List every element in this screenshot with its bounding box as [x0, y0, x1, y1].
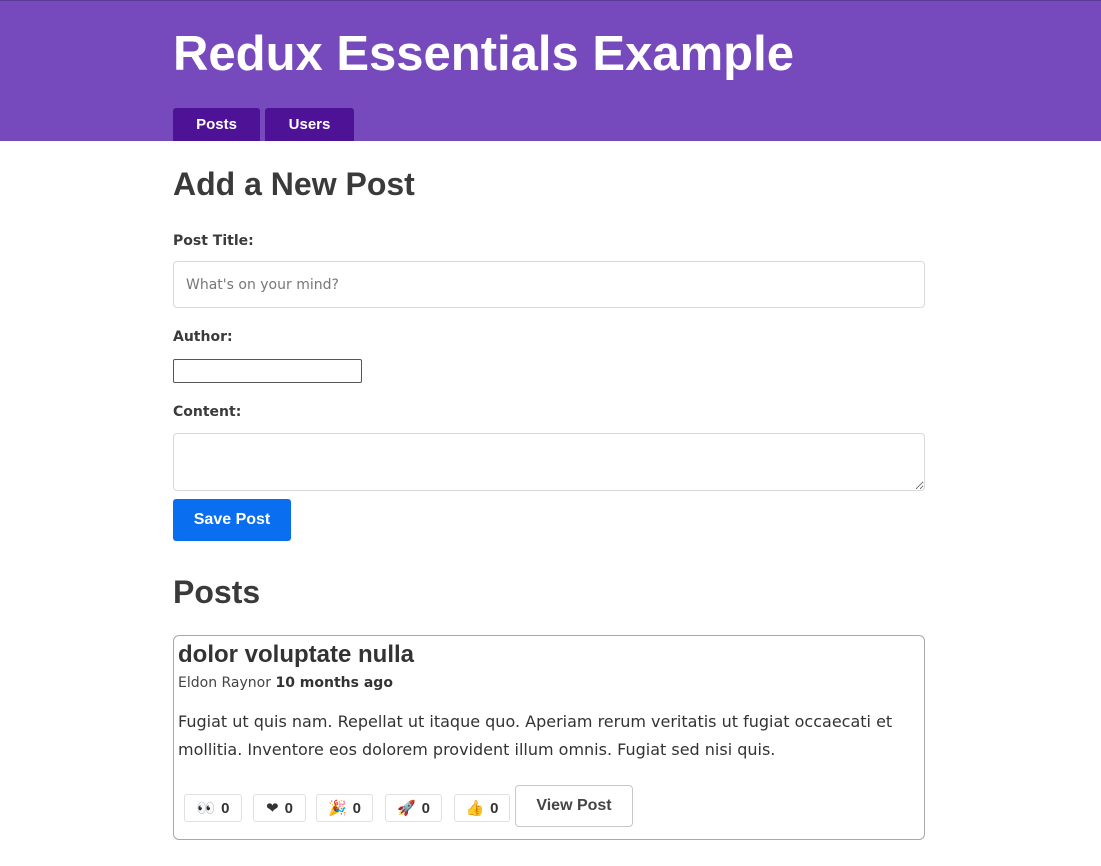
reaction-hooray-button[interactable]: 🎉 0 — [316, 794, 373, 822]
post-title-label: Post Title: — [173, 233, 254, 249]
add-post-heading: Add a New Post — [173, 166, 415, 202]
posts-heading: Posts — [173, 574, 261, 610]
post-timestamp: 10 months ago — [275, 675, 393, 691]
reaction-heart-button[interactable]: ❤ 0 — [253, 794, 306, 822]
eyes-icon: 👀 — [196, 799, 216, 817]
author-select[interactable] — [173, 359, 362, 383]
post-meta: Eldon Raynor 10 months ago — [178, 675, 393, 691]
reaction-count: 0 — [490, 799, 499, 817]
thumbs-up-icon: 👍 — [465, 799, 485, 817]
party-popper-icon: 🎉 — [327, 799, 347, 817]
post-content: Fugiat ut quis nam. Repellat ut itaque q… — [178, 712, 893, 759]
reaction-count: 0 — [284, 799, 293, 817]
reaction-count: 0 — [421, 799, 431, 817]
post-title: dolor voluptate nulla — [178, 641, 415, 668]
reaction-count: 0 — [352, 799, 362, 817]
rocket-icon: 🚀 — [396, 799, 416, 817]
post-excerpt: dolor voluptate nulla Eldon Raynor 10 mo… — [173, 635, 925, 840]
view-post-button[interactable]: View Post — [515, 785, 633, 827]
app-header: Redux Essentials Example Posts Users — [0, 1, 1101, 141]
save-post-button[interactable]: Save Post — [173, 499, 291, 541]
reaction-thumbs-up-button[interactable]: 👍 0 — [454, 794, 510, 822]
reaction-eyes-button[interactable]: 👀 0 — [184, 794, 242, 822]
author-label: Author: — [173, 329, 233, 345]
app-title: Redux Essentials Example — [173, 27, 794, 81]
nav-posts-link[interactable]: Posts — [173, 108, 260, 141]
content-textarea[interactable] — [173, 433, 925, 491]
post-author: Eldon Raynor — [178, 675, 271, 691]
nav-users-link[interactable]: Users — [265, 108, 354, 141]
heart-icon: ❤ — [266, 799, 279, 817]
reaction-rocket-button[interactable]: 🚀 0 — [385, 794, 442, 822]
reaction-count: 0 — [221, 799, 230, 817]
post-title-input[interactable] — [173, 261, 925, 308]
content-label: Content: — [173, 404, 242, 420]
